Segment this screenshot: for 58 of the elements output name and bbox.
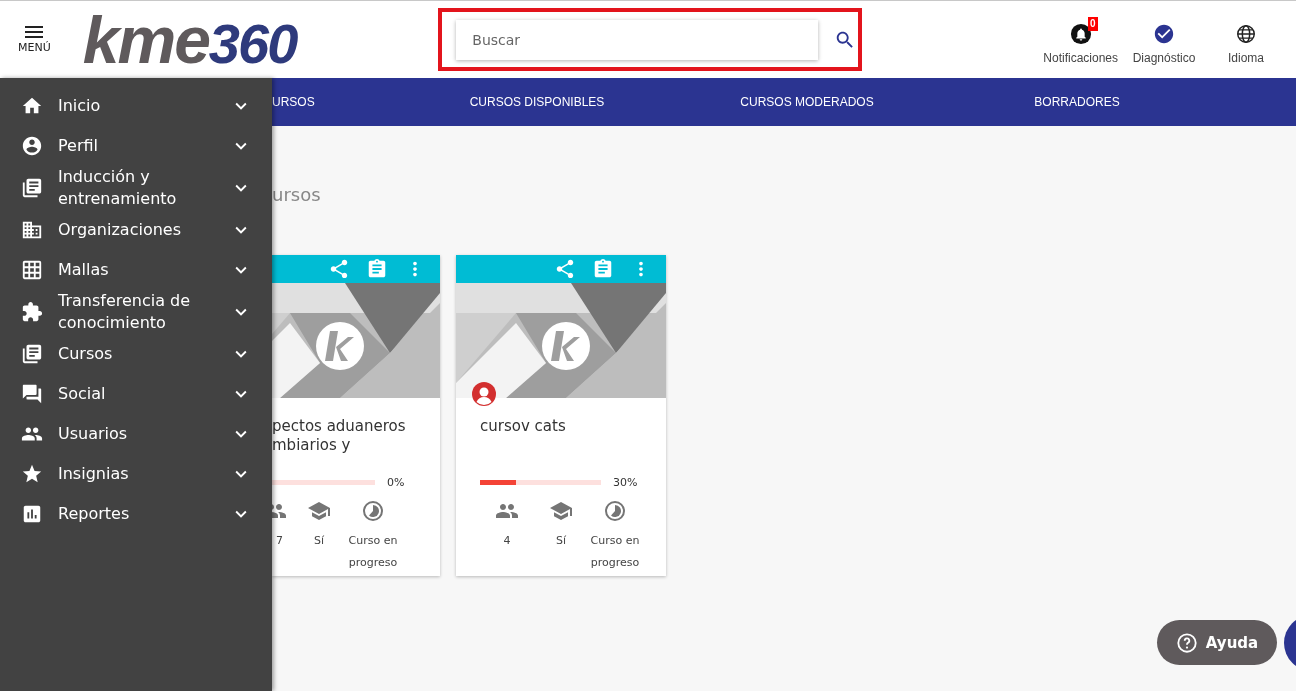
progress-clock-icon (603, 499, 627, 523)
grid-icon (21, 259, 43, 281)
sidebar-item[interactable]: Perfil (0, 126, 272, 166)
tab[interactable]: CURSOS MODERADOS (672, 78, 942, 126)
stat-value: Curso en progreso (589, 533, 641, 571)
stat-value: Sí (312, 533, 325, 549)
star-icon (21, 463, 43, 485)
share-icon[interactable] (328, 258, 350, 280)
search-field[interactable]: Buscar (456, 19, 819, 60)
tab[interactable]: CURSOS DISPONIBLES (402, 78, 672, 126)
course-title[interactable]: cursov cats (456, 398, 666, 464)
course-card[interactable]: cursov cats 30% 4 Sí Curso en progreso (456, 255, 666, 576)
sidebar-item[interactable]: Cursos (0, 334, 272, 374)
header-action-button[interactable]: 0 Notificaciones (1041, 14, 1120, 65)
course-card[interactable]: pectos aduaneros mbiarios y 0% 7 Sí Curso en progreso (272, 255, 440, 576)
menu-button[interactable]: MENÚ (18, 25, 51, 54)
share-icon[interactable] (554, 258, 576, 280)
progress-clock-icon (361, 499, 385, 523)
sidebar-item[interactable]: Reportes (0, 494, 272, 534)
avatar-icon (472, 382, 496, 406)
sidebar-item[interactable]: Inducción y entrenamiento (0, 166, 272, 210)
help-icon (1175, 631, 1198, 654)
graduation-cap-icon (549, 499, 573, 523)
stat-value: 7 (275, 533, 284, 549)
building-icon (21, 219, 43, 241)
bell-icon (1069, 22, 1092, 45)
sidebar-item[interactable]: Mallas (0, 250, 272, 290)
progress-percent: 30% (613, 476, 638, 489)
logo[interactable]: kme360 (82, 6, 297, 73)
clipboard-icon[interactable] (366, 258, 388, 280)
help-button[interactable]: Ayuda (1157, 620, 1277, 665)
course-title[interactable]: pectos aduaneros mbiarios y (272, 398, 440, 464)
header-action-button[interactable]: Idioma (1208, 14, 1284, 65)
progress-percent: 0% (387, 476, 405, 489)
stat-value: Curso en progreso (347, 533, 399, 571)
sidebar-item[interactable]: Usuarios (0, 414, 272, 454)
notification-badge: 0 (1088, 16, 1098, 31)
puzzle-icon (21, 301, 43, 323)
chat-icon (21, 383, 43, 405)
clipboard-icon[interactable] (592, 258, 614, 280)
account-icon (21, 135, 43, 157)
graduation-cap-icon (307, 499, 331, 523)
bar-chart-icon (21, 503, 43, 525)
header-action-button[interactable]: Diagnóstico (1126, 14, 1202, 65)
sidebar-item[interactable]: Social (0, 374, 272, 414)
tab[interactable]: URSOS (272, 78, 402, 126)
sidebar-item[interactable]: Organizaciones (0, 210, 272, 250)
books-icon (21, 177, 43, 199)
globe-icon (1235, 22, 1257, 45)
menu-icon (25, 25, 44, 38)
stat-value: 4 (502, 533, 512, 549)
stat-value: Sí (554, 533, 567, 549)
page-heading: ursos (272, 184, 322, 207)
sidebar-item[interactable]: Transferencia de conocimiento (0, 290, 272, 334)
tab[interactable]: BORRADORES (942, 78, 1212, 126)
sidebar-item[interactable]: Insignias (0, 454, 272, 494)
sidebar-item[interactable]: Inicio (0, 86, 272, 126)
books-icon (21, 343, 43, 365)
